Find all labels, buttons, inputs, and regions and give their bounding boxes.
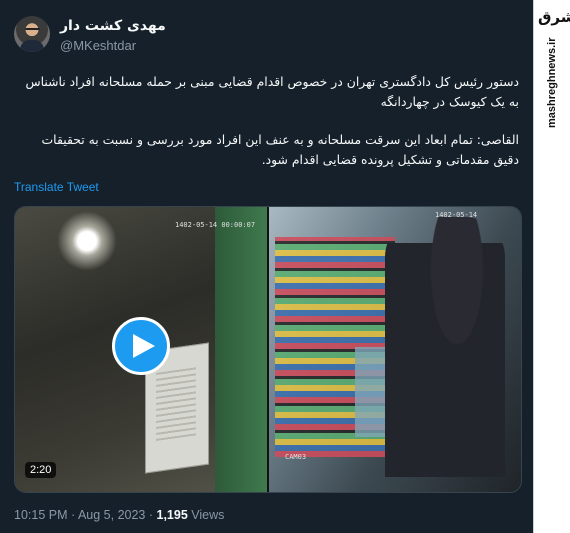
author-handle[interactable]: @MKeshtdar bbox=[60, 38, 136, 53]
avatar-suit bbox=[20, 40, 44, 52]
tweet-meta: 10:15 PM · Aug 5, 2023 · 1,195 Views bbox=[14, 508, 224, 522]
watermark-site: mashreghnews.ir bbox=[546, 37, 558, 129]
right-cam-label: CAM03 bbox=[285, 453, 307, 461]
translate-tweet-link[interactable]: Translate Tweet bbox=[14, 180, 99, 194]
avatar[interactable] bbox=[14, 16, 50, 52]
views-label: Views bbox=[191, 508, 225, 522]
play-button[interactable] bbox=[112, 317, 170, 375]
video-player[interactable]: 1402-05-14 00:00:07 1402-05-14 CAM03 2:2… bbox=[14, 206, 522, 493]
masked-person bbox=[385, 217, 505, 477]
author-name[interactable]: مهدی کشت دار bbox=[60, 18, 166, 34]
meta-dot: · bbox=[148, 508, 157, 522]
tweet-text: دستور رئیس کل دادگستری تهران در خصوص اقد… bbox=[14, 72, 519, 188]
watermark-sidebar: مشرق mashreghnews.ir bbox=[533, 0, 570, 533]
views-count: 1,195 bbox=[156, 508, 188, 522]
meta-dot: · bbox=[71, 508, 78, 522]
right-cam-timestamp: 1402-05-14 bbox=[435, 211, 478, 219]
play-icon bbox=[132, 334, 155, 358]
tweet-paragraph-1: دستور رئیس کل دادگستری تهران در خصوص اقد… bbox=[25, 74, 519, 109]
split-divider bbox=[267, 207, 269, 492]
light-glare bbox=[57, 211, 117, 271]
video-duration: 2:20 bbox=[25, 462, 57, 478]
tweet-paragraph-2: القاصی: تمام ابعاد این سرقت مسلحانه و به… bbox=[41, 132, 520, 167]
tweet-time[interactable]: 10:15 PM bbox=[14, 508, 68, 522]
tweet-date[interactable]: Aug 5, 2023 bbox=[78, 508, 145, 522]
kiosk-door bbox=[215, 207, 267, 492]
tweet-card: مهدی کشت دار @MKeshtdar دستور رئیس کل دا… bbox=[0, 0, 533, 533]
left-cam-timestamp: 1402-05-14 00:00:07 bbox=[175, 221, 256, 229]
mashregh-logo: مشرق bbox=[538, 8, 570, 26]
avatar-glasses bbox=[25, 28, 40, 34]
